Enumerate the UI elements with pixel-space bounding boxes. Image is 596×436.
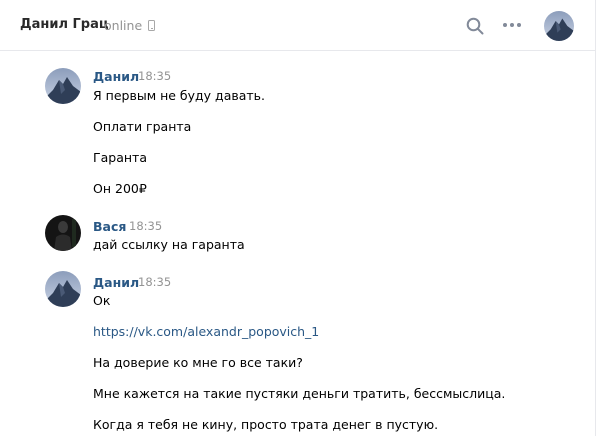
- search-icon[interactable]: [466, 17, 484, 35]
- avatar[interactable]: [45, 215, 81, 251]
- message-text: Оплати гранта: [93, 119, 192, 134]
- message-time[interactable]: 18:35: [129, 219, 162, 233]
- message-text: Мне кажется на такие пустяки деньги трат…: [93, 386, 506, 401]
- avatar[interactable]: [45, 68, 81, 104]
- chat-title[interactable]: Данил Грац: [20, 17, 109, 32]
- message-text: Гаранта: [93, 150, 147, 165]
- message-text: Ок: [93, 293, 111, 308]
- message-text: Когда я тебя не кину, просто трата денег…: [93, 417, 439, 432]
- phone-icon: [148, 20, 155, 31]
- message-text: Я первым не буду давать.: [93, 88, 266, 103]
- message-author[interactable]: Данил: [93, 69, 139, 84]
- message-author[interactable]: Данил: [93, 275, 139, 290]
- message-text: На доверие ко мне го все таки?: [93, 355, 303, 370]
- message-text: дай ссылку на гаранта: [93, 237, 245, 252]
- message-author[interactable]: Вася: [93, 219, 126, 234]
- more-icon[interactable]: [503, 23, 523, 29]
- avatar[interactable]: [45, 271, 81, 307]
- message-time[interactable]: 18:35: [138, 275, 171, 289]
- online-status: online: [104, 18, 143, 33]
- message-link[interactable]: https://vk.com/alexandr_popovich_1: [93, 324, 319, 339]
- avatar[interactable]: [544, 11, 574, 41]
- chat-header: Данил Грац online: [0, 0, 596, 51]
- message-time[interactable]: 18:35: [138, 69, 171, 83]
- chat-window: Данил Грац online Данил 18:35 Я первым н…: [0, 0, 596, 436]
- message-text: Он 200₽: [93, 181, 147, 196]
